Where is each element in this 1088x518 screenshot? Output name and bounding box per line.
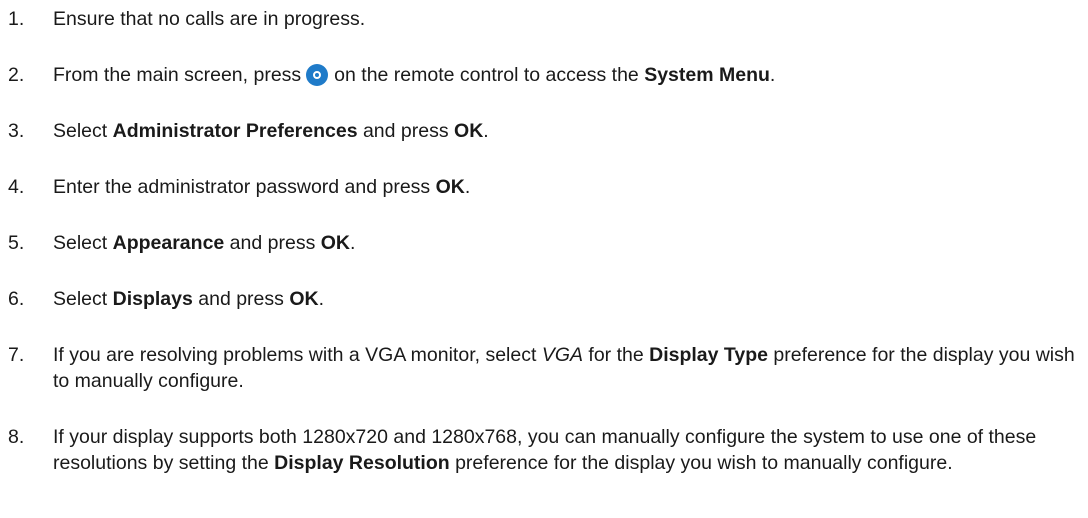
step-number: 8. [8, 426, 25, 448]
step-text: Select Displays and press OK. [53, 286, 1084, 312]
step-3-text-3: OK [454, 120, 484, 142]
step-1: 1. Ensure that no calls are in progress. [0, 6, 1088, 32]
step-3-text-4: . [483, 120, 489, 142]
step-5-text-4: . [350, 232, 356, 254]
step-2-text-2: on the remote control to access the [334, 64, 645, 86]
step-1-text-0: Ensure that no calls are in progress. [53, 8, 366, 30]
step-3-text-2: and press [357, 120, 455, 142]
step-3-text-1: Administrator Preferences [112, 120, 358, 142]
step-6-text-2: and press [192, 288, 290, 310]
step-8-text-1: Display Resolution [274, 452, 450, 474]
step-text: From the main screen, press on the remote… [53, 62, 1084, 88]
step-2-text-0: From the main screen, press [53, 64, 302, 86]
step-2-text-3: System Menu [644, 64, 770, 86]
step-number: 2. [8, 64, 25, 86]
step-number: 7. [8, 344, 25, 366]
step-text: If your display supports both 1280x720 a… [53, 424, 1084, 476]
step-6-text-3: OK [289, 288, 319, 310]
step-7-text-2: for the [583, 344, 650, 366]
step-text: If you are resolving problems with a VGA… [53, 342, 1084, 394]
step-number: 4. [8, 176, 25, 198]
step-7-text-0: If you are resolving problems with a VGA… [53, 344, 542, 366]
step-6-text-0: Select [53, 288, 113, 310]
step-text: Enter the administrator password and pre… [53, 174, 1084, 200]
step-text: Ensure that no calls are in progress. [53, 6, 1084, 32]
instruction-list: 1. Ensure that no calls are in progress.… [0, 0, 1088, 518]
step-7: 7. If you are resolving problems with a … [0, 342, 1088, 394]
step-number: 3. [8, 120, 25, 142]
menu-button-icon [306, 64, 329, 86]
step-7-text-3: Display Type [649, 344, 768, 366]
step-4: 4. Enter the administrator password and … [0, 174, 1088, 200]
step-number: 6. [8, 288, 25, 310]
step-4-text-1: OK [435, 176, 465, 198]
step-2-text-4: . [769, 64, 776, 86]
step-number: 1. [8, 8, 25, 30]
step-3: 3. Select Administrator Preferences and … [0, 118, 1088, 144]
step-text: Select Administrator Preferences and pre… [53, 118, 1084, 144]
step-2: 2. From the main screen, press on the rem… [0, 62, 1088, 88]
step-3-text-0: Select [53, 120, 113, 142]
step-6: 6. Select Displays and press OK. [0, 286, 1088, 312]
step-5-text-2: and press [224, 232, 321, 254]
step-text: Select Appearance and press OK. [53, 230, 1084, 256]
step-6-text-4: . [318, 288, 324, 310]
step-6-text-1: Displays [112, 288, 193, 310]
step-8-text-2: preference for the display you wish to m… [449, 452, 953, 474]
step-5-text-0: Select [53, 232, 113, 254]
step-7-text-1: VGA [541, 344, 583, 366]
step-5-text-3: OK [320, 232, 350, 254]
step-8: 8. If your display supports both 1280x72… [0, 424, 1088, 476]
step-4-text-2: . [464, 176, 471, 198]
step-5-text-1: Appearance [112, 232, 225, 254]
step-5: 5. Select Appearance and press OK. [0, 230, 1088, 256]
step-4-text-0: Enter the administrator password and pre… [53, 176, 436, 198]
step-number: 5. [8, 232, 25, 254]
